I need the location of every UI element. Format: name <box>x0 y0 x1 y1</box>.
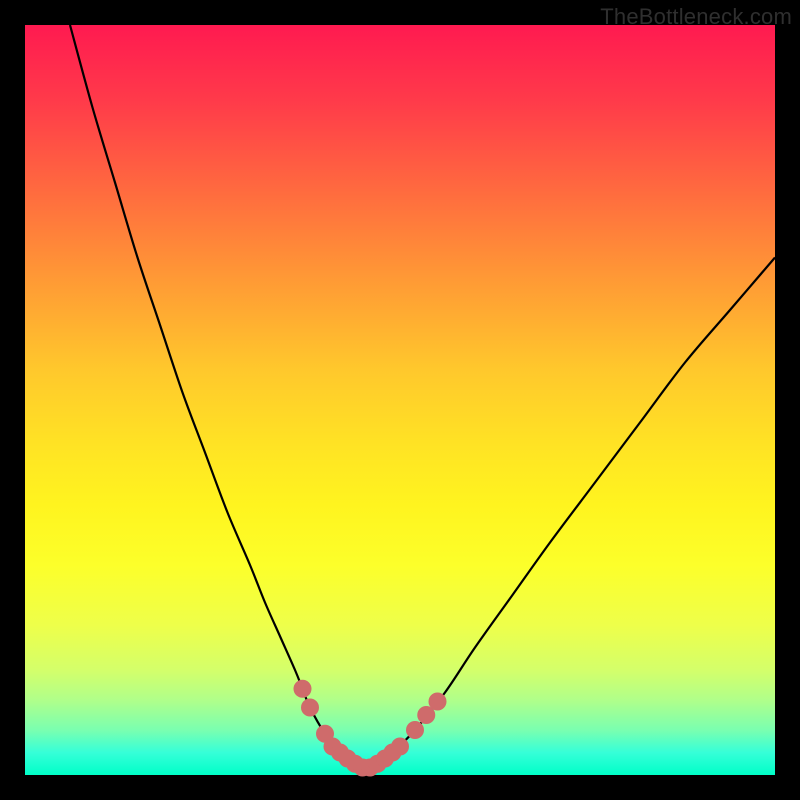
curve-marker <box>391 738 409 756</box>
marker-layer <box>294 680 447 777</box>
chart-svg <box>25 25 775 775</box>
curve-marker <box>406 721 424 739</box>
bottleneck-curve <box>70 25 775 768</box>
watermark-text: TheBottleneck.com <box>600 4 792 30</box>
curve-marker <box>301 699 319 717</box>
curve-marker <box>429 693 447 711</box>
curve-marker <box>294 680 312 698</box>
